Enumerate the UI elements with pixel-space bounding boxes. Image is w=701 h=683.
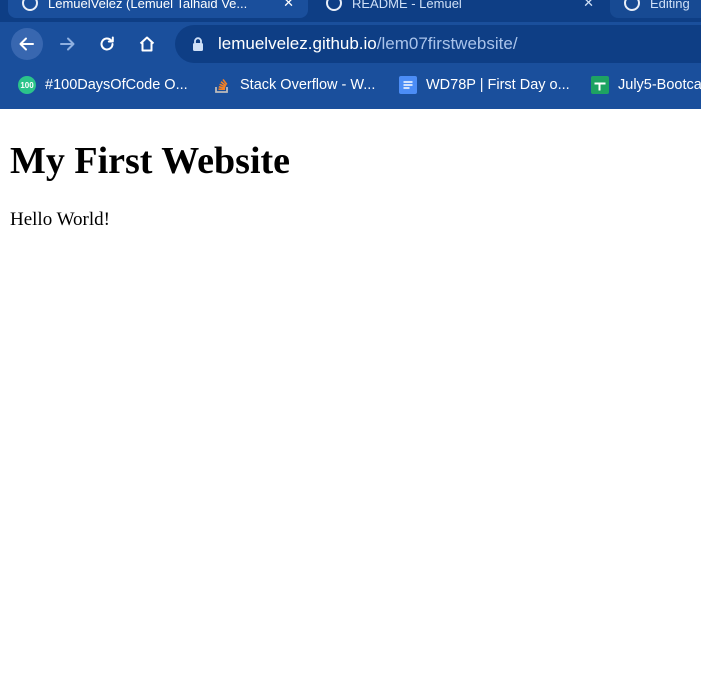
bookmark-100daysofcode[interactable]: 100 #100DaysOfCode O...: [18, 76, 188, 94]
home-button[interactable]: [131, 28, 163, 60]
bookmark-label: July5-Bootcamp: [618, 77, 701, 93]
google-sheets-icon: [591, 76, 609, 94]
page-content: My First Website Hello World!: [0, 139, 701, 231]
forward-button[interactable]: [51, 28, 83, 60]
arrow-right-icon: [60, 37, 75, 51]
toolbar: lemuelvelez.github.io/lem07firstwebsite/: [0, 22, 701, 66]
url-text[interactable]: lemuelvelez.github.io/lem07firstwebsite/: [218, 34, 518, 54]
bookmarks-bar: 100 #100DaysOfCode O... Stack Overflow -…: [0, 66, 701, 109]
bookmark-label: WD78P | First Day o...: [426, 77, 570, 93]
tab-title: Editing: [650, 0, 690, 11]
tab-github-profile[interactable]: LemuelVelez (Lemuel Talhaid Ve... ✕: [8, 0, 308, 18]
lock-icon[interactable]: [192, 37, 204, 51]
reload-button[interactable]: [91, 28, 123, 60]
back-button[interactable]: [11, 28, 43, 60]
arrow-left-icon: [19, 37, 34, 51]
github-icon: [624, 0, 640, 11]
close-tab-icon[interactable]: ✕: [283, 0, 294, 11]
page-paragraph: Hello World!: [10, 209, 110, 230]
google-docs-icon: [399, 76, 417, 94]
tab-editing[interactable]: Editing: [610, 0, 701, 18]
tab-readme[interactable]: README - Lemuel ✕: [312, 0, 608, 18]
bookmark-july5-bootcamp[interactable]: July5-Bootcamp: [591, 76, 701, 94]
github-icon: [22, 0, 38, 11]
home-icon: [139, 36, 155, 52]
reload-icon: [100, 36, 114, 51]
bookmark-label: Stack Overflow - W...: [240, 77, 376, 93]
tab-strip: LemuelVelez (Lemuel Talhaid Ve... ✕ READ…: [0, 0, 701, 22]
bookmark-wd78p[interactable]: WD78P | First Day o...: [399, 76, 570, 94]
100-days-icon: 100: [18, 76, 36, 94]
url-path: /lem07firstwebsite/: [376, 34, 518, 53]
close-tab-icon[interactable]: ✕: [583, 0, 594, 11]
tab-title: README - Lemuel: [352, 0, 462, 11]
github-icon: [326, 0, 342, 11]
page-heading: My First Website: [10, 140, 291, 182]
bookmark-label: #100DaysOfCode O...: [45, 77, 188, 93]
url-domain: lemuelvelez.github.io: [218, 34, 377, 53]
stackoverflow-icon: [213, 76, 231, 94]
tab-title: LemuelVelez (Lemuel Talhaid Ve...: [48, 0, 248, 11]
address-bar[interactable]: lemuelvelez.github.io/lem07firstwebsite/: [175, 25, 701, 63]
bookmark-stack-overflow[interactable]: Stack Overflow - W...: [213, 76, 375, 94]
browser-chrome: LemuelVelez (Lemuel Talhaid Ve... ✕ READ…: [0, 0, 701, 109]
